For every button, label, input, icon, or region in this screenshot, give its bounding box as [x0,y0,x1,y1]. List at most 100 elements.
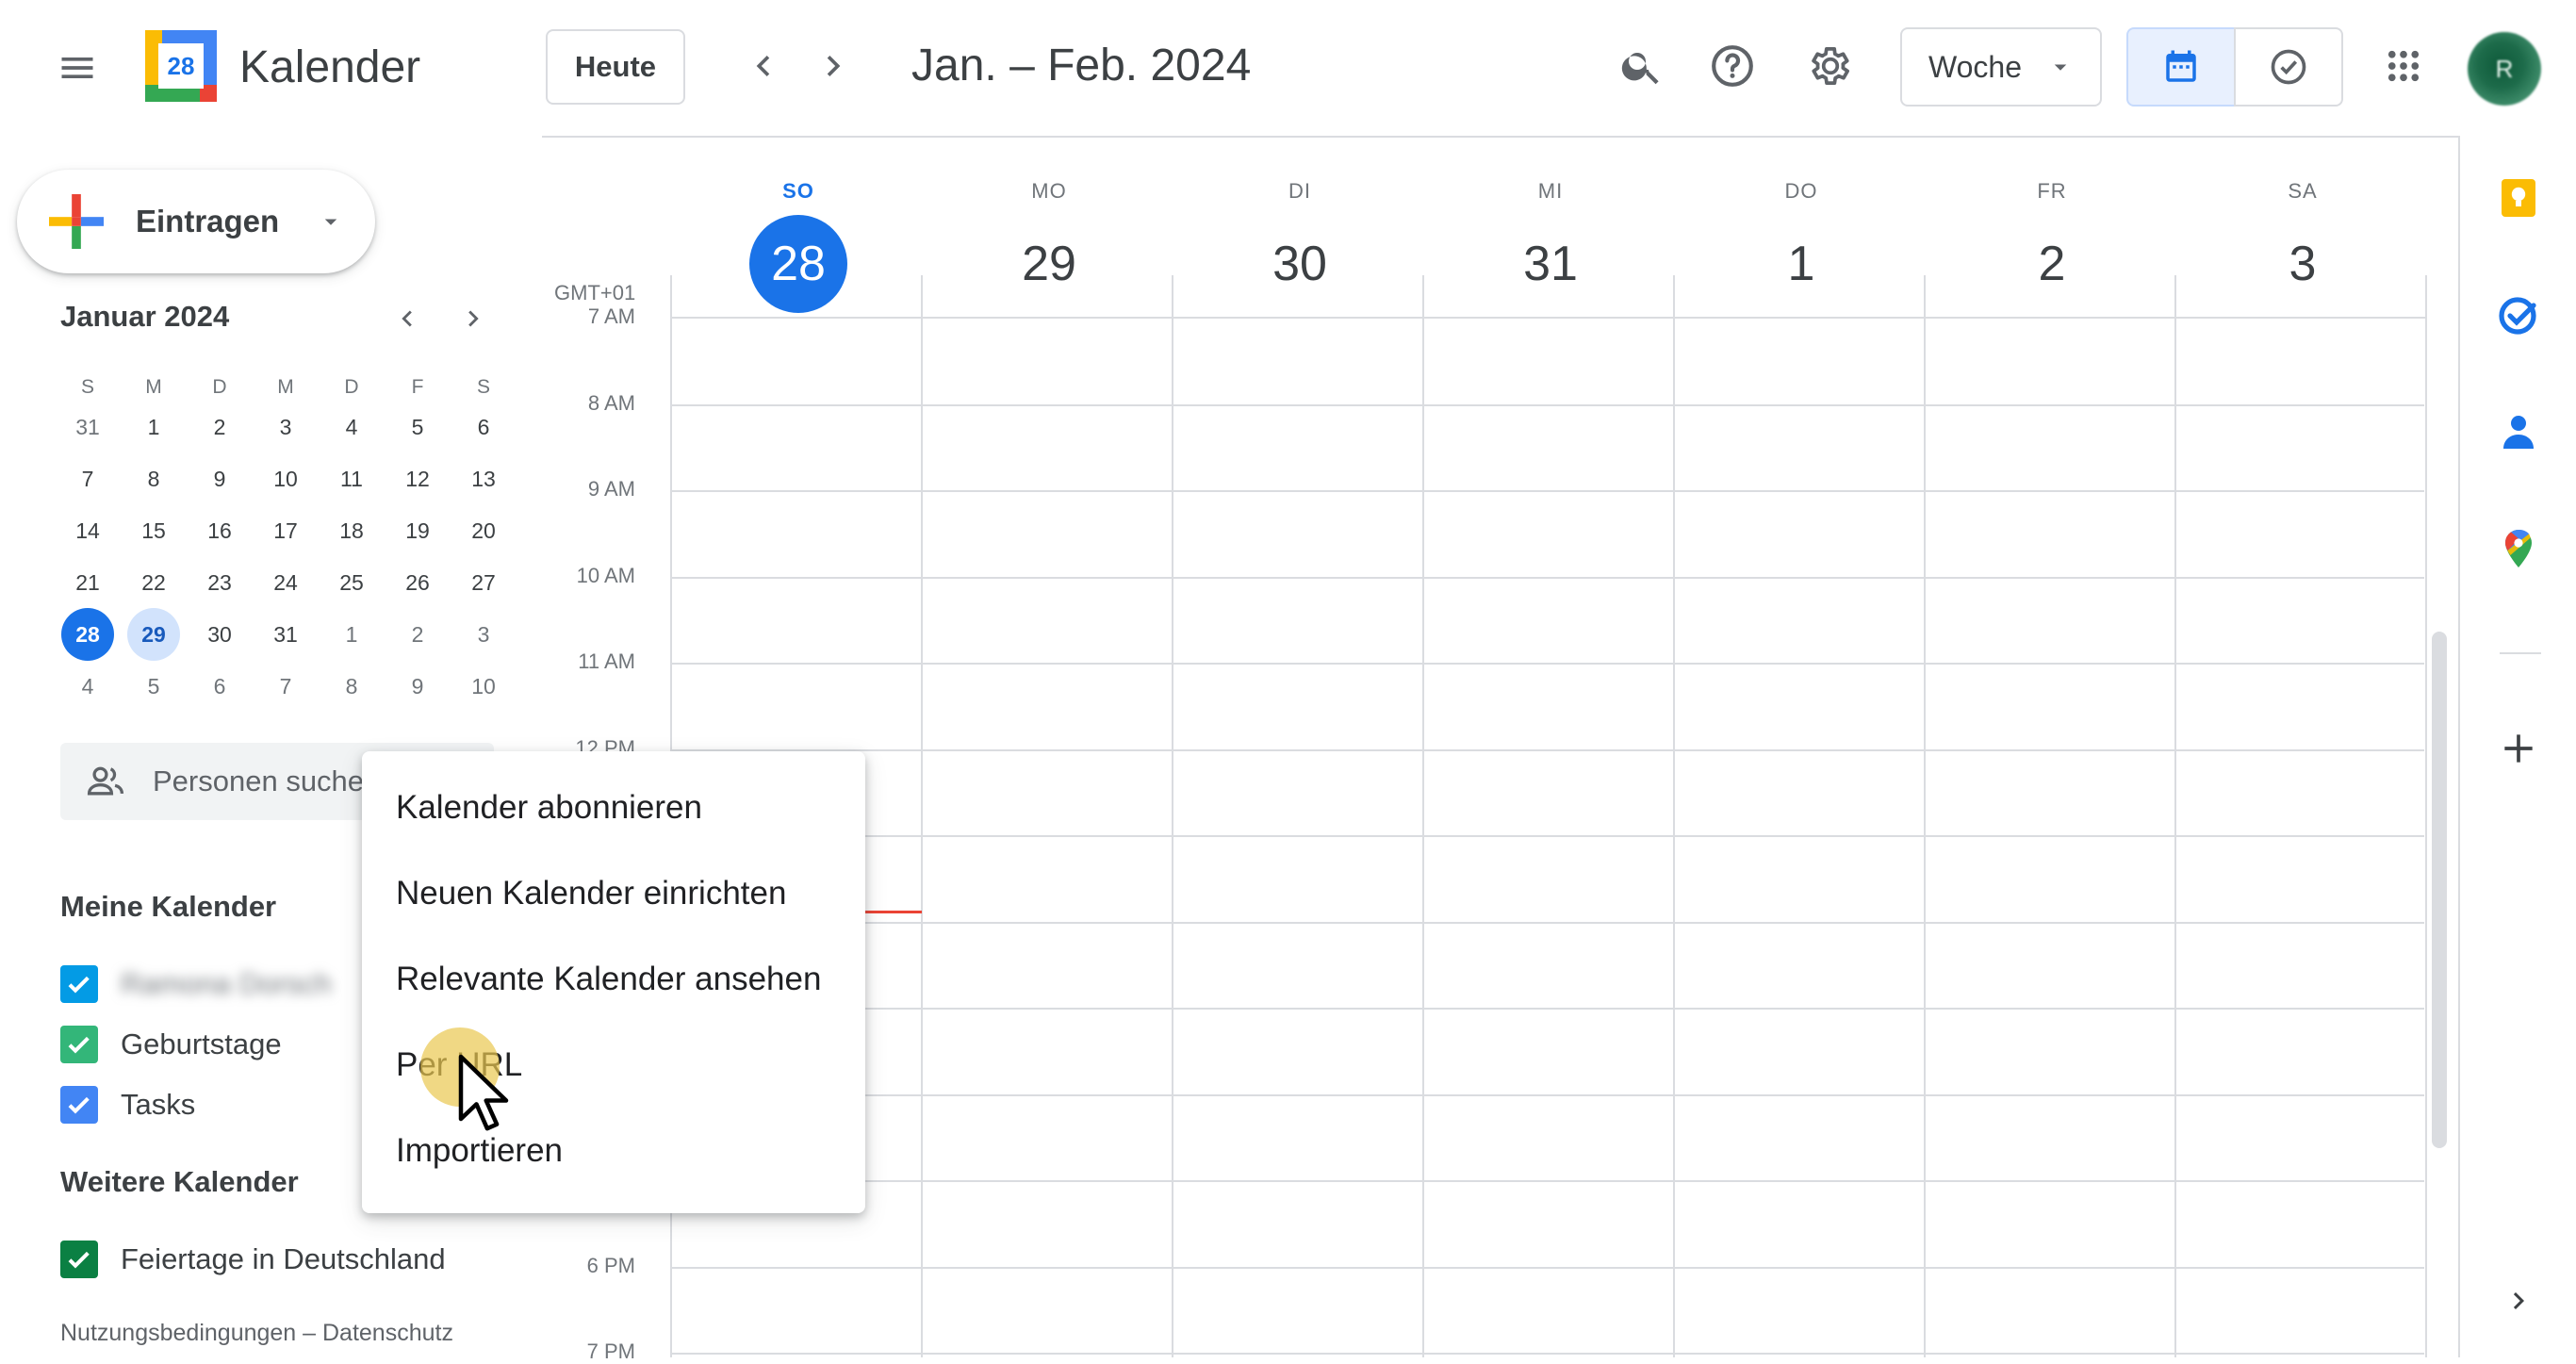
day-column-header[interactable]: SO 28 [673,0,924,313]
menu-item-create-new[interactable]: Neuen Kalender einrichten [396,875,786,912]
day-column-header[interactable]: SA 3 [2177,0,2428,313]
main-menu-button[interactable] [38,28,117,107]
mini-calendar-day[interactable]: 29 [127,608,180,661]
terms-privacy-links[interactable]: Nutzungsbedingungen – Datenschutz [60,1320,453,1347]
mini-calendar-day[interactable]: 6 [457,401,510,453]
mini-calendar-day[interactable]: 15 [127,504,180,557]
mini-calendar-day[interactable]: 12 [391,452,444,505]
calendar-logo[interactable]: 28 [145,30,217,102]
mini-calendar-day[interactable]: 28 [61,608,114,661]
other-calendar-item[interactable]: Feiertage in Deutschland [60,1236,446,1283]
checkmark-icon [68,1036,90,1054]
calendar-label: Tasks [121,1088,196,1121]
mini-calendar-day[interactable]: 23 [193,556,246,609]
day-name: MI [1537,179,1564,203]
calendar-label: Feiertage in Deutschland [121,1242,446,1275]
mini-calendar-day[interactable]: 7 [259,660,312,713]
day-number[interactable]: 31 [1501,215,1600,313]
mini-calendar-day[interactable]: 8 [127,452,180,505]
hour-label: 11 AM [578,649,635,673]
mini-calendar-day[interactable]: 6 [193,660,246,713]
day-column-header[interactable]: DI 30 [1174,0,1425,313]
mini-calendar-day[interactable]: 31 [259,608,312,661]
menu-item-subscribe[interactable]: Kalender abonnieren [396,789,702,827]
people-search-placeholder: Personen suchen [153,764,381,797]
create-button[interactable]: Eintragen [17,170,375,273]
mini-calendar-day[interactable]: 3 [457,608,510,661]
mini-calendar-day[interactable]: 26 [391,556,444,609]
day-number[interactable]: 29 [1000,215,1098,313]
day-number[interactable]: 2 [2003,215,2101,313]
side-panel-rail [2458,136,2576,1357]
calendar-checkbox[interactable] [60,1086,98,1124]
mini-calendar-day[interactable]: 27 [457,556,510,609]
mini-calendar-day[interactable]: 14 [61,504,114,557]
day-column-header[interactable]: FR 2 [1927,0,2177,313]
other-calendars-title[interactable]: Weitere Kalender [60,1165,299,1199]
grid-scrollbar[interactable] [2432,632,2447,1148]
hour-gridline [671,404,2424,406]
mini-calendar-day[interactable]: 24 [259,556,312,609]
today-button[interactable]: Heute [546,29,685,105]
mini-calendar-day[interactable]: 22 [127,556,180,609]
get-addons-button[interactable] [2483,713,2554,784]
day-column-header[interactable]: MO 29 [924,0,1174,313]
keep-button[interactable] [2483,162,2554,234]
mini-calendar-day[interactable]: 7 [61,452,114,505]
mini-calendar-day[interactable]: 11 [325,452,378,505]
mini-calendar-day[interactable]: 10 [259,452,312,505]
mini-calendar-day[interactable]: 10 [457,660,510,713]
mini-calendar-day[interactable]: 3 [259,401,312,453]
mini-calendar-day[interactable]: 1 [325,608,378,661]
mini-calendar-day[interactable]: 4 [325,401,378,453]
mini-calendar-prev-button[interactable] [386,298,428,339]
maps-button[interactable] [2483,513,2554,584]
menu-item-browse-relevant[interactable]: Relevante Kalender ansehen [396,961,821,998]
calendar-checkbox[interactable] [60,1026,98,1063]
mini-calendar-day[interactable]: 2 [391,608,444,661]
mini-calendar-day[interactable]: 19 [391,504,444,557]
mouse-pointer-icon [458,1054,509,1131]
mini-calendar-day[interactable]: 13 [457,452,510,505]
mini-calendar-day[interactable]: 1 [127,401,180,453]
my-calendar-item[interactable]: Geburtstage [60,1021,282,1068]
day-number[interactable]: 30 [1251,215,1349,313]
mini-calendar-day[interactable]: 16 [193,504,246,557]
my-calendar-item[interactable]: Tasks [60,1081,195,1128]
mini-calendar-day[interactable]: 17 [259,504,312,557]
calendar-checkbox[interactable] [60,1241,98,1278]
mini-calendar-day[interactable]: 9 [391,660,444,713]
account-avatar[interactable]: R [2468,32,2541,106]
logo-number: 28 [167,51,195,80]
mini-calendar-day[interactable]: 9 [193,452,246,505]
menu-item-import[interactable]: Importieren [396,1132,563,1170]
hour-gridline [671,663,2424,665]
expand-side-panel-button[interactable] [2483,1265,2554,1337]
calendar-checkbox[interactable] [60,965,98,1003]
mini-calendar-day[interactable]: 18 [325,504,378,557]
contacts-button[interactable] [2483,396,2554,468]
mini-calendar-day[interactable]: 25 [325,556,378,609]
day-column-header[interactable]: MI 31 [1425,0,1676,313]
day-number[interactable]: 3 [2254,215,2352,313]
maps-pin-icon [2504,529,2532,567]
mini-calendar-day[interactable]: 30 [193,608,246,661]
day-number[interactable]: 1 [1752,215,1850,313]
mini-calendar-next-button[interactable] [452,298,494,339]
mini-calendar-day[interactable]: 5 [391,401,444,453]
mini-calendar-day[interactable]: 8 [325,660,378,713]
my-calendars-title[interactable]: Meine Kalender [60,890,276,924]
avatar-initial: R [2495,54,2514,83]
day-column-header[interactable]: DO 1 [1676,0,1927,313]
day-number[interactable]: 28 [749,215,847,313]
mini-calendar-day[interactable]: 20 [457,504,510,557]
my-calendar-item[interactable]: Ramona Dorsch [60,961,332,1008]
tasks-button[interactable] [2483,279,2554,351]
mini-calendar-day[interactable]: 5 [127,660,180,713]
mini-calendar-day[interactable]: 4 [61,660,114,713]
mini-calendar-day[interactable]: 2 [193,401,246,453]
mini-calendar-day[interactable]: 21 [61,556,114,609]
hour-label: 6 PM [586,1254,635,1277]
day-column-divider [1924,275,1926,1357]
mini-calendar-day[interactable]: 31 [61,401,114,453]
